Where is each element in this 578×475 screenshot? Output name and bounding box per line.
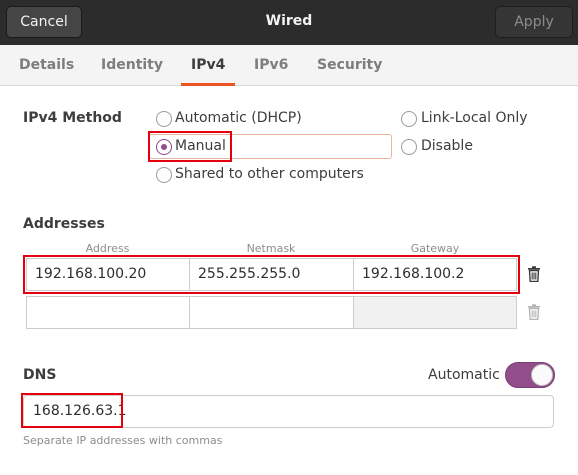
address-field[interactable] bbox=[26, 296, 190, 329]
trash-icon bbox=[521, 298, 547, 326]
tab-ipv4[interactable]: IPv4 bbox=[180, 45, 236, 86]
column-address: Address bbox=[85, 242, 130, 255]
radio-shared-label[interactable]: Shared to other computers bbox=[175, 166, 364, 182]
radio-automatic-dhcp-label[interactable]: Automatic (DHCP) bbox=[175, 110, 302, 126]
gateway-field[interactable]: 192.168.100.2 bbox=[353, 258, 517, 291]
netmask-field[interactable]: 255.255.255.0 bbox=[189, 258, 354, 291]
netmask-field[interactable] bbox=[189, 296, 354, 329]
switch-knob bbox=[531, 364, 553, 386]
tab-identity[interactable]: Identity bbox=[101, 45, 163, 86]
ipv4-method-label: IPv4 Method bbox=[23, 110, 122, 126]
radio-manual[interactable] bbox=[156, 139, 172, 155]
address-field[interactable]: 192.168.100.20 bbox=[26, 258, 190, 291]
radio-manual-label[interactable]: Manual bbox=[175, 138, 226, 154]
dns-automatic-switch[interactable] bbox=[505, 362, 555, 388]
tab-security[interactable]: Security bbox=[317, 45, 382, 86]
apply-button[interactable]: Apply bbox=[495, 6, 573, 38]
radio-link-local-only-label[interactable]: Link-Local Only bbox=[421, 110, 528, 126]
dns-label: DNS bbox=[23, 367, 57, 383]
radio-disable-label[interactable]: Disable bbox=[421, 138, 473, 154]
radio-automatic-dhcp[interactable] bbox=[156, 111, 172, 127]
dns-servers-input[interactable]: 168.126.63.1 bbox=[23, 395, 554, 428]
tab-details[interactable]: Details bbox=[19, 45, 74, 86]
column-netmask: Netmask bbox=[246, 242, 296, 255]
dialog-title: Wired bbox=[265, 13, 313, 29]
dns-hint: Separate IP addresses with commas bbox=[23, 434, 223, 447]
tab-ipv6[interactable]: IPv6 bbox=[254, 45, 288, 86]
column-gateway: Gateway bbox=[410, 242, 460, 255]
radio-link-local-only[interactable] bbox=[401, 111, 417, 127]
tab-bar: Details Identity IPv4 IPv6 Security bbox=[0, 45, 578, 86]
dns-automatic-label: Automatic bbox=[428, 367, 500, 383]
addresses-label: Addresses bbox=[23, 216, 105, 232]
trash-icon[interactable] bbox=[521, 260, 547, 288]
radio-disable[interactable] bbox=[401, 139, 417, 155]
radio-shared[interactable] bbox=[156, 167, 172, 183]
gateway-field bbox=[353, 296, 517, 329]
header-bar: Cancel Wired Apply bbox=[0, 0, 578, 45]
